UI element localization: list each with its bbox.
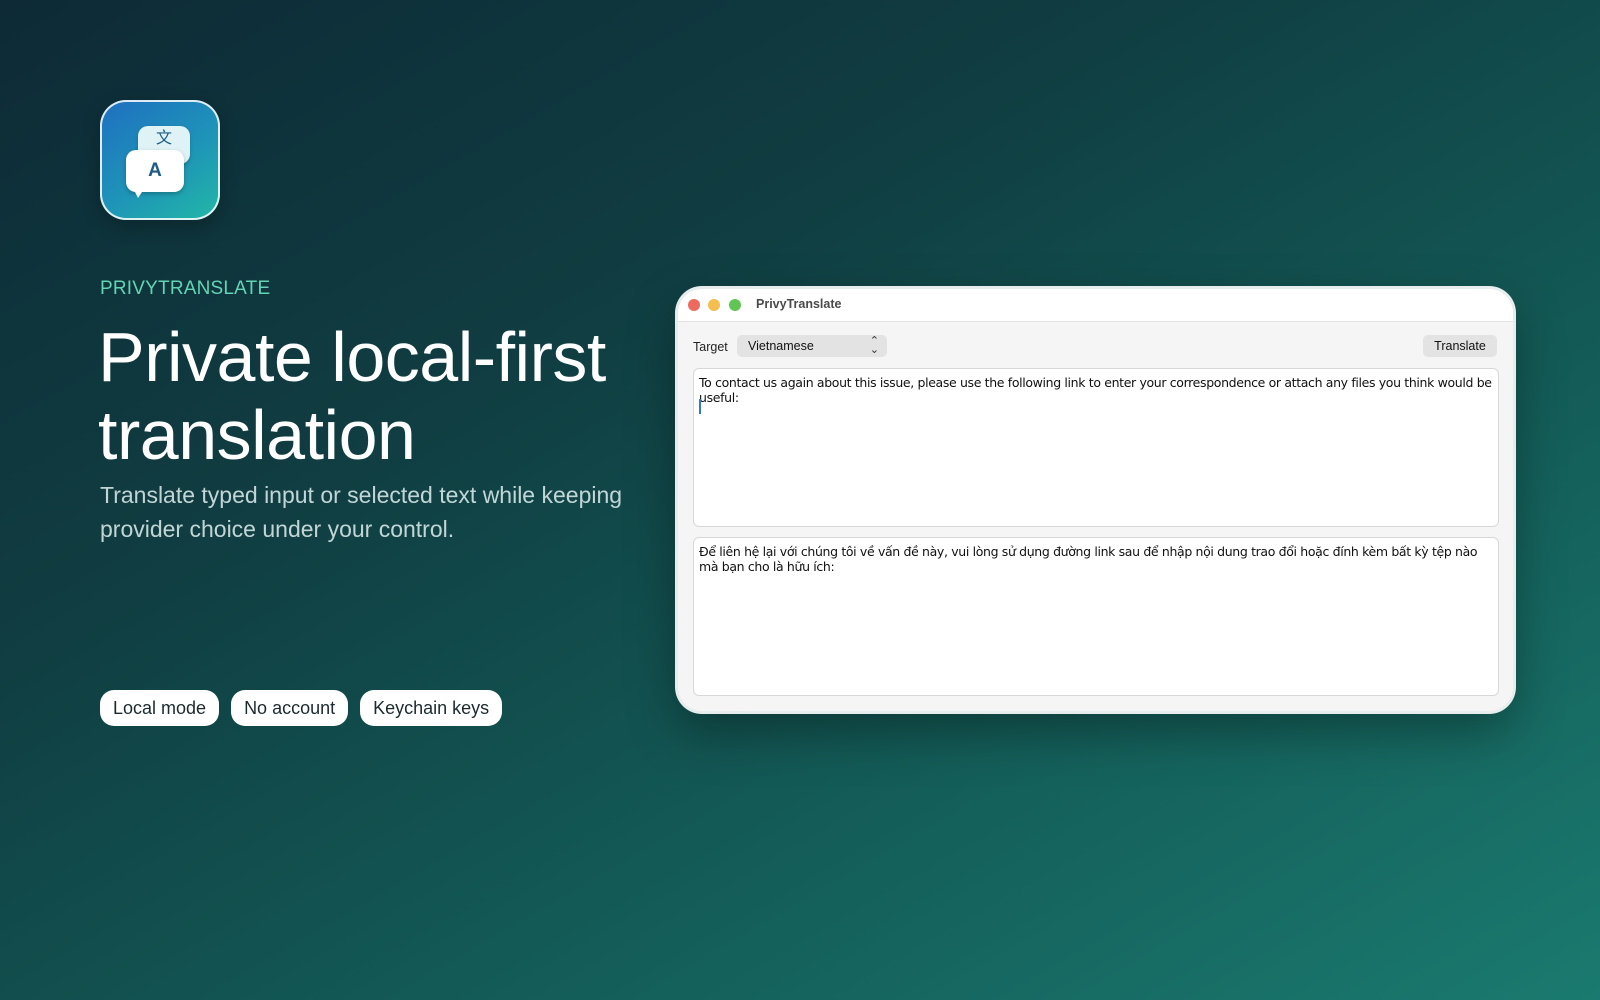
chip-keychain-keys: Keychain keys (360, 690, 503, 726)
target-label: Target (693, 340, 728, 354)
app-icon: 文 A (100, 100, 220, 220)
target-language-select[interactable]: Vietnamese ⌃ ⌄ (737, 335, 887, 357)
maximize-window-button[interactable] (729, 299, 741, 311)
target-language-value: Vietnamese (748, 339, 814, 353)
close-window-button[interactable] (688, 299, 700, 311)
window-title: PrivyTranslate (756, 297, 842, 311)
bubble-tail-icon (132, 186, 146, 198)
translated-text: Để liên hệ lại với chúng tôi về vấn đề n… (699, 544, 1478, 574)
bubble-back-glyph: 文 (155, 128, 172, 147)
translated-text-area[interactable]: Để liên hệ lại với chúng tôi về vấn đề n… (693, 537, 1499, 696)
app-window: PrivyTranslate Target Vietnamese ⌃ ⌄ Tran… (678, 289, 1513, 711)
window-titlebar: PrivyTranslate (678, 289, 1513, 322)
text-caret (699, 399, 701, 414)
minimize-window-button[interactable] (708, 299, 720, 311)
headline: Private local-first translation (98, 318, 606, 474)
source-text-area[interactable]: To contact us again about this issue, pl… (693, 368, 1499, 527)
source-text: To contact us again about this issue, pl… (699, 375, 1492, 405)
subtitle: Translate typed input or selected text w… (100, 482, 623, 542)
chevron-updown-icon: ⌃ ⌄ (869, 335, 879, 356)
brand-eyebrow: PRIVYTRANSLATE (100, 278, 271, 299)
translate-button[interactable]: Translate (1423, 335, 1497, 357)
chip-local-mode: Local mode (100, 690, 220, 726)
chip-no-account: No account (231, 690, 349, 726)
feature-chips: Local mode No account Keychain keys (100, 690, 503, 726)
